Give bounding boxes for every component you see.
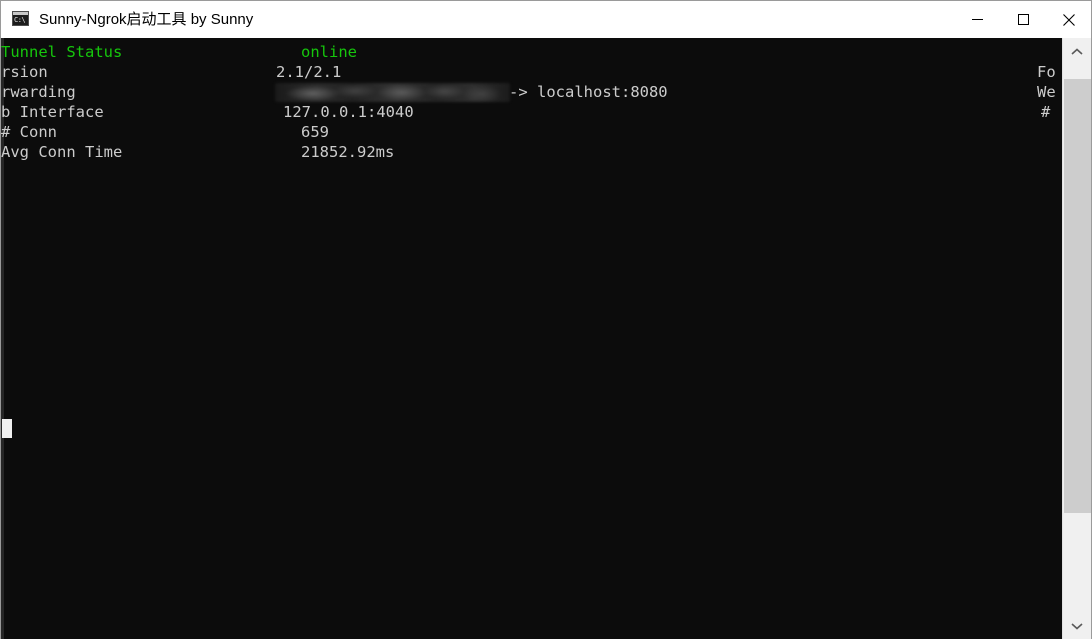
console-line-label: Avg Conn Time bbox=[1, 143, 123, 161]
console-line-wrap-tail: # bbox=[1041, 103, 1051, 121]
minimize-button[interactable] bbox=[954, 1, 1000, 38]
console-line-value: 2.1/2.1 bbox=[276, 63, 342, 81]
console-icon-prompt: C:\ bbox=[14, 16, 26, 24]
redacted-url-block bbox=[275, 83, 510, 102]
maximize-icon bbox=[1017, 14, 1029, 25]
console-line-wrap-tail: Fo bbox=[1037, 63, 1056, 81]
scroll-down-button[interactable] bbox=[1063, 612, 1091, 639]
window-title: Sunny-Ngrok启动工具 by Sunny bbox=[39, 11, 254, 28]
console-line-value: 21852.92ms bbox=[301, 143, 395, 161]
console-line-wrap-tail: We bbox=[1037, 83, 1056, 101]
console-line-label: Tunnel Status bbox=[1, 43, 123, 61]
close-icon bbox=[1063, 13, 1075, 26]
console-line: rwarding -> localhost:8080 We bbox=[1, 82, 1063, 102]
close-button[interactable] bbox=[1046, 1, 1091, 38]
console-output-area[interactable]: Tunnel Status online rsion 2.1/2.1 Fo rw… bbox=[1, 38, 1091, 639]
console-line-label: rwarding bbox=[1, 83, 76, 101]
minimize-icon bbox=[971, 19, 983, 20]
console-line-label: # Conn bbox=[1, 123, 57, 141]
chevron-up-icon bbox=[1071, 48, 1083, 55]
chevron-down-icon bbox=[1071, 623, 1083, 630]
console-icon-titlebar bbox=[13, 12, 28, 15]
console-line-label: b Interface bbox=[1, 103, 104, 121]
console-line: # Conn 659 bbox=[1, 122, 1063, 142]
console-line: rsion 2.1/2.1 Fo bbox=[1, 62, 1063, 82]
console-line: b Interface 127.0.0.1:4040 # bbox=[1, 102, 1063, 122]
console-line-value: online bbox=[301, 43, 357, 61]
scroll-up-button[interactable] bbox=[1063, 38, 1091, 66]
console-icon: C:\ bbox=[12, 11, 29, 28]
console-line-value: 127.0.0.1:4040 bbox=[283, 103, 414, 121]
scrollbar-thumb[interactable] bbox=[1064, 79, 1091, 513]
maximize-button[interactable] bbox=[1000, 1, 1046, 38]
console-text: Tunnel Status online rsion 2.1/2.1 Fo rw… bbox=[1, 38, 1063, 639]
console-line-value: 659 bbox=[301, 123, 329, 141]
title-bar[interactable]: C:\ Sunny-Ngrok启动工具 by Sunny bbox=[1, 1, 1091, 38]
console-line-label: rsion bbox=[1, 63, 48, 81]
console-line: Avg Conn Time 21852.92ms bbox=[1, 142, 1063, 162]
console-line-suffix: -> localhost:8080 bbox=[509, 83, 668, 101]
vertical-scrollbar[interactable] bbox=[1062, 38, 1091, 639]
app-window: C:\ Sunny-Ngrok启动工具 by Sunny Tunnel Stat… bbox=[0, 0, 1092, 639]
console-line: Tunnel Status online bbox=[1, 42, 1063, 62]
text-cursor bbox=[2, 419, 12, 438]
window-controls bbox=[954, 1, 1091, 38]
